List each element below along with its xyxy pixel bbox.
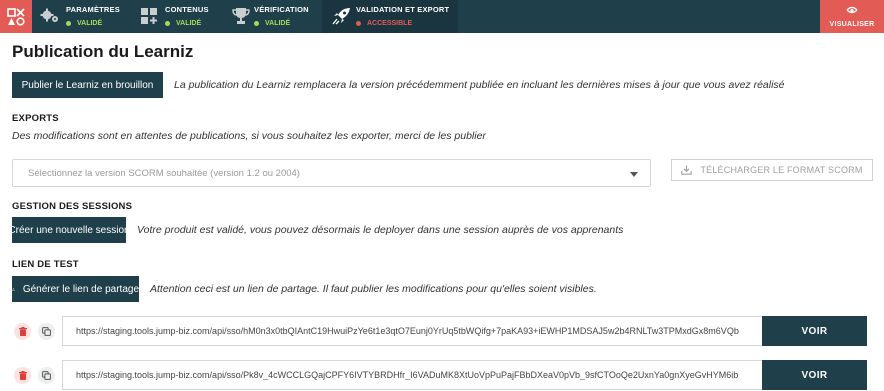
logo-icon	[7, 7, 25, 26]
trash-icon	[18, 327, 27, 336]
share-link-field[interactable]	[62, 316, 763, 346]
content-blocks-icon	[141, 8, 157, 24]
create-session-button[interactable]: Créer une nouvelle session	[12, 217, 126, 243]
share-link-field[interactable]	[62, 360, 763, 390]
visualiser-button[interactable]: VISUALISER	[820, 0, 884, 33]
copy-link-button[interactable]	[38, 367, 55, 384]
step-validation-export[interactable]: VALIDATION ET EXPORT ACCESSIBLE	[322, 0, 458, 33]
download-scorm-button[interactable]: TÉLÉCHARGER LE FORMAT SCORM	[671, 159, 873, 181]
test-link-note: Attention ceci est un lien de partage. I…	[150, 283, 597, 295]
gears-icon	[40, 8, 58, 22]
trash-icon	[18, 371, 27, 380]
eye-icon	[846, 6, 858, 14]
view-link-button[interactable]: VOIR	[762, 316, 867, 346]
delete-link-button[interactable]	[14, 323, 31, 340]
rocket-icon	[332, 8, 350, 25]
page-title: Publication du Learniz	[12, 42, 194, 61]
exports-note: Des modifications sont en attentes de pu…	[12, 130, 486, 142]
copy-link-button[interactable]	[38, 323, 55, 340]
view-link-button[interactable]: VOIR	[762, 360, 867, 390]
publish-draft-button[interactable]: Publier le Learniz en brouillon	[12, 72, 163, 98]
step-label: VALIDATION ET EXPORT	[356, 5, 450, 14]
step-label: PARAMÈTRES	[66, 5, 120, 14]
app-logo[interactable]	[0, 0, 32, 33]
sessions-heading: GESTION DES SESSIONS	[12, 201, 133, 212]
share-link-row: VOIR	[0, 316, 884, 346]
copy-icon	[42, 327, 51, 336]
step-status: VALIDÉ	[254, 20, 309, 27]
select-placeholder: Sélectionnez la version SCORM souhaitée …	[28, 168, 300, 179]
download-icon	[681, 165, 693, 175]
step-status: ACCESSIBLE	[356, 20, 449, 27]
visualiser-label: VISUALISER	[829, 21, 875, 28]
step-label: CONTENUS	[165, 5, 209, 14]
generate-share-link-button[interactable]: Générer le lien de partage	[12, 276, 139, 302]
step-status: VALIDÉ	[165, 20, 209, 27]
step-label: VÉRIFICATION	[254, 5, 309, 14]
scorm-version-select[interactable]: Sélectionnez la version SCORM souhaitée …	[12, 159, 651, 187]
generate-share-link-label: Générer le lien de partage	[22, 283, 139, 295]
step-verification[interactable]: VÉRIFICATION VALIDÉ	[228, 0, 322, 33]
step-parametres[interactable]: PARAMÈTRES VALIDÉ	[32, 0, 130, 33]
top-navigation-bar: PARAMÈTRES VALIDÉ CONTENUS VALIDÉ VÉRIFI…	[0, 0, 884, 33]
publish-note: La publication du Learniz remplacera la …	[174, 79, 785, 91]
step-contenus[interactable]: CONTENUS VALIDÉ	[130, 0, 228, 33]
sessions-note: Votre produit est validé, vous pouvez dé…	[137, 224, 624, 236]
caret-down-icon	[630, 172, 638, 177]
step-status: VALIDÉ	[66, 20, 120, 27]
copy-icon	[42, 371, 51, 380]
test-link-heading: LIEN DE TEST	[12, 259, 79, 270]
upload-icon	[12, 287, 15, 291]
exports-heading: EXPORTS	[12, 113, 59, 124]
download-scorm-label: TÉLÉCHARGER LE FORMAT SCORM	[700, 165, 863, 175]
trophy-icon	[232, 8, 250, 24]
delete-link-button[interactable]	[14, 367, 31, 384]
share-link-row: VOIR	[0, 360, 884, 390]
